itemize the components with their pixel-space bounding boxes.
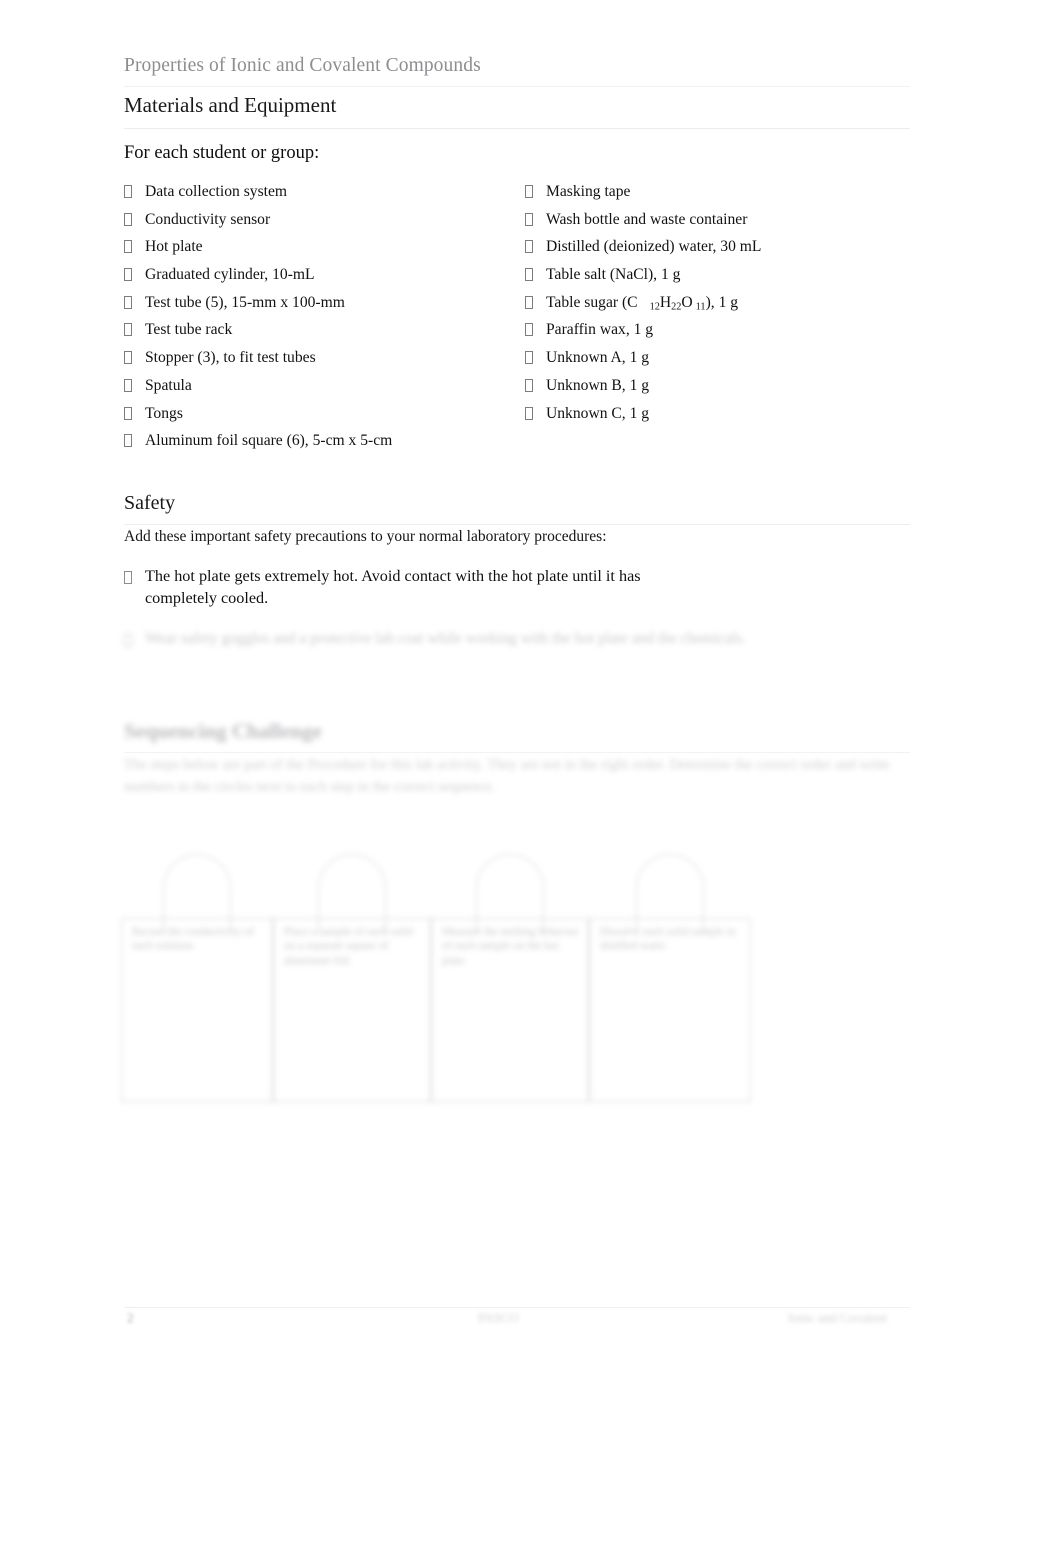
- card-text: Dissolve each solid sample in distilled …: [600, 926, 736, 953]
- materials-lead-text: For each student or group:: [124, 143, 320, 163]
- materials-list-item: Data collection system: [124, 178, 524, 206]
- card-body: Record the conductivity of each solution…: [121, 918, 273, 1102]
- materials-list-item: Test tube (5), 15-mm x 100-mm: [124, 289, 524, 317]
- header-divider: [124, 86, 910, 87]
- sequencing-section-heading: Sequencing Challenge: [124, 719, 322, 743]
- card-text: Measure the melting behavior of each sam…: [442, 926, 579, 967]
- bullet-box-icon: [124, 185, 132, 198]
- bullet-box-icon: [525, 240, 533, 254]
- bullet-box-icon: [525, 212, 533, 226]
- bullet-box-icon: [124, 212, 132, 226]
- sequencing-card[interactable]: Dissolve each solid sample in distilled …: [589, 854, 751, 1104]
- materials-item-label: Tongs: [145, 404, 183, 422]
- materials-item-label: Unknown C, 1 g: [546, 404, 650, 422]
- materials-list-item: Unknown B, 1 g: [525, 372, 925, 400]
- card-body: Place a sample of each solid on a separa…: [273, 918, 431, 1102]
- bullet-box-icon: [124, 634, 132, 647]
- materials-list-item: Paraffin wax, 1 g: [525, 316, 925, 344]
- materials-list-item: Spatula: [124, 372, 524, 400]
- materials-list-item: Tongs: [124, 400, 524, 428]
- materials-list-item: Test tube rack: [124, 316, 524, 344]
- bullet-box-icon: [124, 295, 132, 309]
- materials-item-label: Unknown B, 1 g: [546, 376, 650, 394]
- card-body: Measure the melting behavior of each sam…: [431, 918, 589, 1102]
- document-page: Properties of Ionic and Covalent Compoun…: [0, 0, 1062, 1561]
- safety-heading-divider: [124, 524, 910, 525]
- materials-list-item: Hot plate: [124, 233, 524, 261]
- materials-list-item: Unknown A, 1 g: [525, 344, 925, 372]
- bullet-box-icon: [124, 378, 132, 392]
- materials-item-label: Paraffin wax, 1 g: [546, 321, 654, 339]
- materials-list-item: Table sugar (C 12H22O 11), 1 g: [525, 289, 925, 317]
- bullet-box-icon: [525, 268, 533, 282]
- bullet-box-icon: [124, 406, 132, 420]
- sequencing-card[interactable]: Measure the melting behavior of each sam…: [431, 854, 589, 1104]
- sequencing-heading-divider: [124, 752, 910, 753]
- materials-left-column: Data collection system Conductivity senso…: [124, 178, 524, 455]
- footer-divider: [124, 1307, 910, 1308]
- materials-item-label: Spatula: [145, 376, 192, 394]
- materials-item-label: Masking tape: [546, 183, 631, 200]
- materials-item-label: Data collection system: [145, 183, 288, 200]
- materials-item-label: Conductivity sensor: [145, 210, 271, 228]
- bullet-box-icon: [525, 351, 533, 365]
- running-header: Properties of Ionic and Covalent Compoun…: [124, 54, 910, 78]
- materials-list-item: Aluminum foil square (6), 5-cm x 5-cm: [124, 427, 524, 455]
- materials-list-item: Table salt (NaCl), 1 g: [525, 261, 925, 289]
- footer-right-text: Ionic and Covalent: [788, 1310, 887, 1325]
- materials-item-label: Stopper (3), to fit test tubes: [145, 349, 316, 367]
- sequencing-card-group: Record the conductivity of each solution…: [121, 854, 753, 1104]
- safety-faded-item: Wear safety goggles and a protective lab…: [124, 628, 910, 650]
- safety-list: The hot plate gets extremely hot. Avoid …: [124, 565, 724, 610]
- materials-item-label: Distilled (deionized) water, 30 mL: [546, 238, 762, 256]
- materials-item-label: Test tube (5), 15-mm x 100-mm: [145, 293, 345, 311]
- footer-page-number: 2: [127, 1310, 134, 1325]
- sequencing-paragraph: The steps below are part of the Procedur…: [124, 757, 890, 795]
- safety-list-item: The hot plate gets extremely hot. Avoid …: [124, 565, 724, 610]
- materials-list-item: Masking tape: [525, 178, 925, 206]
- bullet-box-icon: [124, 351, 132, 365]
- safety-item-text: The hot plate gets extremely hot. Avoid …: [145, 567, 641, 608]
- safety-section-heading: Safety: [124, 492, 176, 514]
- bullet-box-icon: [525, 185, 533, 198]
- materials-item-label: Aluminum foil square (6), 5-cm x 5-cm: [145, 432, 393, 450]
- bullet-box-icon: [124, 434, 132, 448]
- materials-item-label: Graduated cylinder, 10-mL: [145, 266, 315, 284]
- materials-list-item: Graduated cylinder, 10-mL: [124, 261, 524, 289]
- materials-right-column: Masking tape Wash bottle and waste contai…: [525, 178, 925, 427]
- card-body: Dissolve each solid sample in distilled …: [589, 918, 751, 1102]
- bullet-box-icon: [525, 295, 533, 309]
- bullet-box-icon: [124, 240, 132, 254]
- materials-item-label: Hot plate: [145, 238, 203, 256]
- materials-item-label: Table salt (NaCl), 1 g: [546, 266, 681, 284]
- materials-list-item: Distilled (deionized) water, 30 mL: [525, 233, 925, 261]
- bullet-box-icon: [124, 323, 132, 337]
- footer-center-text: PASCO: [478, 1310, 519, 1325]
- bullet-box-icon: [124, 571, 132, 584]
- card-text: Place a sample of each solid on a separa…: [284, 926, 413, 967]
- sequencing-card[interactable]: Record the conductivity of each solution…: [121, 854, 273, 1104]
- materials-list-item: Conductivity sensor: [124, 206, 524, 234]
- bullet-box-icon: [525, 378, 533, 392]
- bullet-box-icon: [124, 268, 132, 282]
- materials-heading-divider: [124, 128, 910, 129]
- materials-section-heading: Materials and Equipment: [124, 93, 337, 117]
- card-text: Record the conductivity of each solution…: [132, 926, 254, 953]
- materials-list-item: Stopper (3), to fit test tubes: [124, 344, 524, 372]
- running-header-title: Properties of Ionic and Covalent Compoun…: [124, 55, 481, 76]
- safety-intro-text: Add these important safety precautions t…: [124, 528, 607, 545]
- bullet-box-icon: [525, 406, 533, 420]
- materials-item-label: Wash bottle and waste container: [546, 210, 748, 228]
- materials-item-label: Unknown A, 1 g: [546, 349, 650, 367]
- materials-list-item: Unknown C, 1 g: [525, 400, 925, 428]
- materials-list-item: Wash bottle and waste container: [525, 206, 925, 234]
- bullet-box-icon: [525, 323, 533, 337]
- materials-item-label: Test tube rack: [145, 321, 233, 339]
- sequencing-card[interactable]: Place a sample of each solid on a separa…: [273, 854, 431, 1104]
- safety-faded-item-text: Wear safety goggles and a protective lab…: [145, 630, 746, 647]
